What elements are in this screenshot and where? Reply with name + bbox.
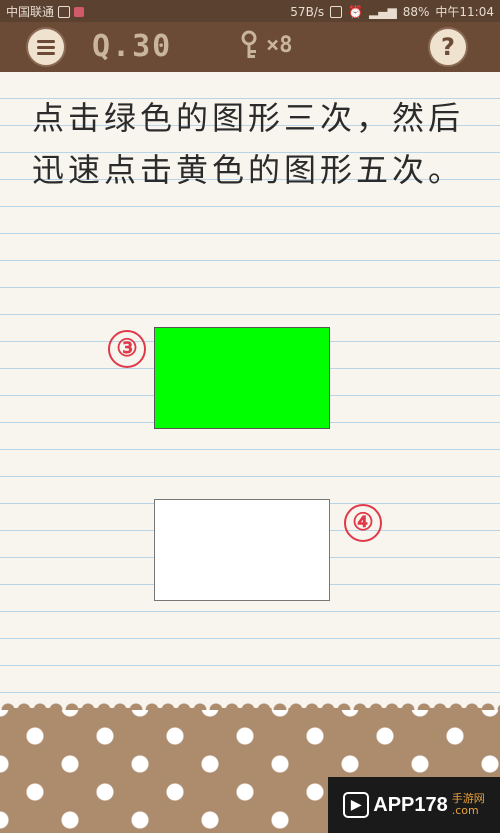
menu-icon	[37, 40, 55, 55]
annotation-white: ④	[344, 504, 382, 542]
battery-level: 88%	[402, 4, 430, 19]
site-watermark: ▶ APP178 手游网 .com	[328, 777, 500, 833]
usb-icon	[58, 5, 71, 18]
annotation-green: ③	[108, 330, 146, 368]
status-bar: 中国联通 57B/s ⏰ ▂▄▆ 88% 中午11:04	[0, 0, 500, 22]
help-button[interactable]: ?	[428, 27, 468, 67]
question-number: Q.30	[92, 29, 173, 64]
clock: 中午11:04	[435, 5, 494, 19]
notification-icon	[74, 6, 85, 17]
vibrate-icon	[330, 5, 343, 18]
alarm-icon: ⏰	[348, 4, 364, 19]
white-rectangle[interactable]	[154, 499, 330, 601]
menu-button[interactable]	[26, 27, 66, 67]
signal-icon: ▂▄▆	[369, 4, 397, 19]
key-icon	[241, 30, 257, 58]
hint-counter[interactable]: ×8	[236, 30, 293, 60]
help-icon: ?	[441, 33, 455, 61]
green-rectangle[interactable]	[154, 327, 330, 429]
watermark-logo-icon: ▶	[343, 792, 370, 818]
instruction-text: 点击绿色的图形三次，然后迅速点击黄色的图形五次。	[32, 99, 465, 189]
watermark-text: APP178	[373, 793, 448, 816]
carrier-label: 中国联通	[6, 5, 55, 19]
game-header: Q.30 ×8 ?	[0, 22, 500, 78]
hint-count: ×8	[266, 32, 293, 58]
network-speed: 57B/s	[290, 4, 325, 19]
watermark-sub-bottom: .com	[451, 804, 479, 817]
